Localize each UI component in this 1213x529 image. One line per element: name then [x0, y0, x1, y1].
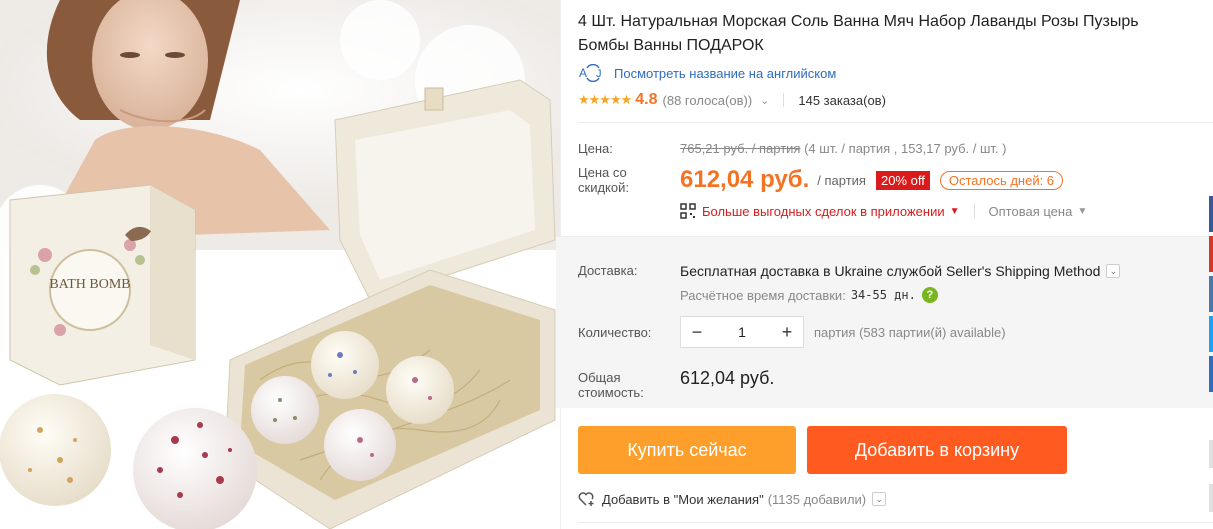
svg-text:J: J: [596, 68, 602, 80]
help-icon[interactable]: ?: [921, 287, 938, 303]
per-lot-unit: / партия: [817, 172, 866, 188]
app-deals-link[interactable]: Больше выгодных сделок в приложении: [702, 204, 945, 219]
side-toolbar-item[interactable]: [1209, 440, 1213, 468]
wishlist-count: (1135 добавили): [767, 491, 867, 507]
quantity-available: партия (583 партии(й) available): [814, 325, 1006, 340]
chevron-down-icon[interactable]: ⌄: [1106, 264, 1121, 278]
add-to-wishlist-link[interactable]: Добавить в "Мои желания": [602, 492, 764, 507]
discount-badge: 20% off: [875, 170, 930, 190]
social-share-twitter[interactable]: [1209, 316, 1213, 352]
divider: [578, 122, 1213, 123]
wishlist-row[interactable]: Добавить в "Мои желания" (1135 добавили)…: [578, 491, 887, 507]
shipping-label: Доставка:: [578, 263, 638, 278]
current-price: 612,04 руб.: [680, 166, 810, 193]
product-info: 4 Шт. Натуральная Морская Соль Ванна Мяч…: [556, 0, 1213, 529]
caret-down-icon[interactable]: ▼: [1077, 206, 1087, 217]
old-price-row: 765,21 руб. / партия (4 шт. / партия , 1…: [680, 141, 1006, 156]
package-label: BATH BOMB: [49, 277, 130, 292]
shipping-method-text: Бесплатная доставка в Ukraine службой Se…: [680, 263, 1101, 279]
increase-quantity-button[interactable]: +: [771, 317, 803, 347]
wholesale-price-link[interactable]: Оптовая цена: [989, 204, 1073, 219]
divider: [783, 93, 785, 107]
orders-count: 145 заказа(ов): [798, 92, 886, 108]
buy-now-button[interactable]: Купить сейчас: [578, 426, 796, 474]
social-share-vk[interactable]: [1209, 276, 1213, 312]
quantity-label: Количество:: [578, 325, 652, 340]
old-price: 765,21 руб. / партия: [680, 141, 801, 156]
social-share-pinterest[interactable]: [1209, 236, 1213, 272]
price-label: Цена:: [578, 141, 613, 156]
qr-code-icon: [680, 203, 696, 219]
product-title: 4 Шт. Натуральная Морская Соль Ванна Мяч…: [578, 13, 1139, 54]
delivery-eta: Расчётное время доставки: 34-55 дн. ?: [680, 287, 938, 303]
social-share-facebook[interactable]: [1209, 196, 1213, 232]
chevron-down-icon[interactable]: ⌄: [760, 94, 769, 107]
social-share-other[interactable]: [1209, 356, 1213, 392]
product-image[interactable]: BATH BOMB: [0, 0, 560, 529]
app-deals-row: Больше выгодных сделок в приложении ▼ Оп…: [680, 203, 1087, 219]
divider: [973, 204, 975, 218]
rating-value: 4.8: [635, 91, 658, 108]
translate-icon: A J: [579, 64, 602, 82]
eta-label: Расчётное время доставки:: [680, 287, 846, 303]
star-rating-icon: ★★★★★: [578, 92, 632, 107]
discount-price-label: Цена со скидкой:: [578, 165, 629, 195]
quantity-stepper[interactable]: − 1 +: [680, 316, 804, 348]
heart-plus-icon: [578, 492, 594, 506]
discount-price-row: 612,04 руб. / партия 20% off Осталось дн…: [680, 166, 1064, 194]
product-photo: BATH BOMB: [0, 0, 560, 529]
shipping-method: Бесплатная доставка в Ukraine службой Se…: [680, 263, 1121, 279]
side-toolbar-item[interactable]: [1209, 484, 1213, 512]
rating-row: ★★★★★ 4.8 (88 голоса(ов)) ⌄ 145 заказа(о…: [578, 91, 886, 109]
quantity-input[interactable]: 1: [713, 324, 771, 340]
divider: [578, 522, 1213, 523]
days-left-badge: Осталось дней: 6: [939, 170, 1064, 190]
total-price: 612,04 руб.: [680, 368, 775, 388]
chevron-down-icon[interactable]: ⌄: [872, 492, 887, 506]
add-to-cart-button[interactable]: Добавить в корзину: [807, 426, 1067, 474]
decrease-quantity-button[interactable]: −: [681, 317, 713, 347]
votes-count[interactable]: (88 голоса(ов)): [663, 93, 753, 108]
total-label: Общая стоимость:: [578, 370, 644, 400]
translate-link-text[interactable]: Посмотреть название на английском: [614, 66, 836, 81]
svg-text:A: A: [579, 66, 587, 80]
translate-title-link[interactable]: A J Посмотреть название на английском: [578, 64, 836, 82]
eta-days: 34-55 дн.: [850, 288, 916, 302]
lot-detail: (4 шт. / партия , 153,17 руб. / шт. ): [804, 141, 1007, 156]
caret-down-icon[interactable]: ▼: [950, 206, 960, 217]
